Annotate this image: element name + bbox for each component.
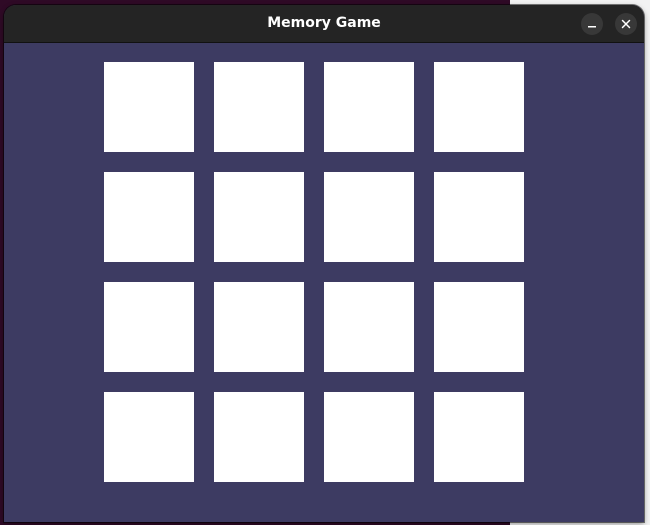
memory-card[interactable] [434,282,524,372]
memory-card[interactable] [324,392,414,482]
memory-card[interactable] [214,172,304,262]
title-bar[interactable]: Memory Game [4,5,644,43]
memory-card[interactable] [104,172,194,262]
card-grid [104,62,524,482]
window-title: Memory Game [267,15,381,31]
memory-card[interactable] [434,392,524,482]
close-button[interactable] [615,13,637,35]
memory-card[interactable] [214,392,304,482]
memory-card[interactable] [434,172,524,262]
memory-game-window: Memory Game [4,5,644,522]
memory-card[interactable] [214,282,304,372]
memory-card[interactable] [324,62,414,152]
game-board [4,43,644,522]
memory-card[interactable] [104,282,194,372]
memory-card[interactable] [104,62,194,152]
memory-card[interactable] [434,62,524,152]
memory-card[interactable] [324,172,414,262]
memory-card[interactable] [214,62,304,152]
memory-card[interactable] [324,282,414,372]
close-icon [621,19,631,29]
memory-card[interactable] [104,392,194,482]
minimize-icon [588,26,596,28]
minimize-button[interactable] [581,13,603,35]
